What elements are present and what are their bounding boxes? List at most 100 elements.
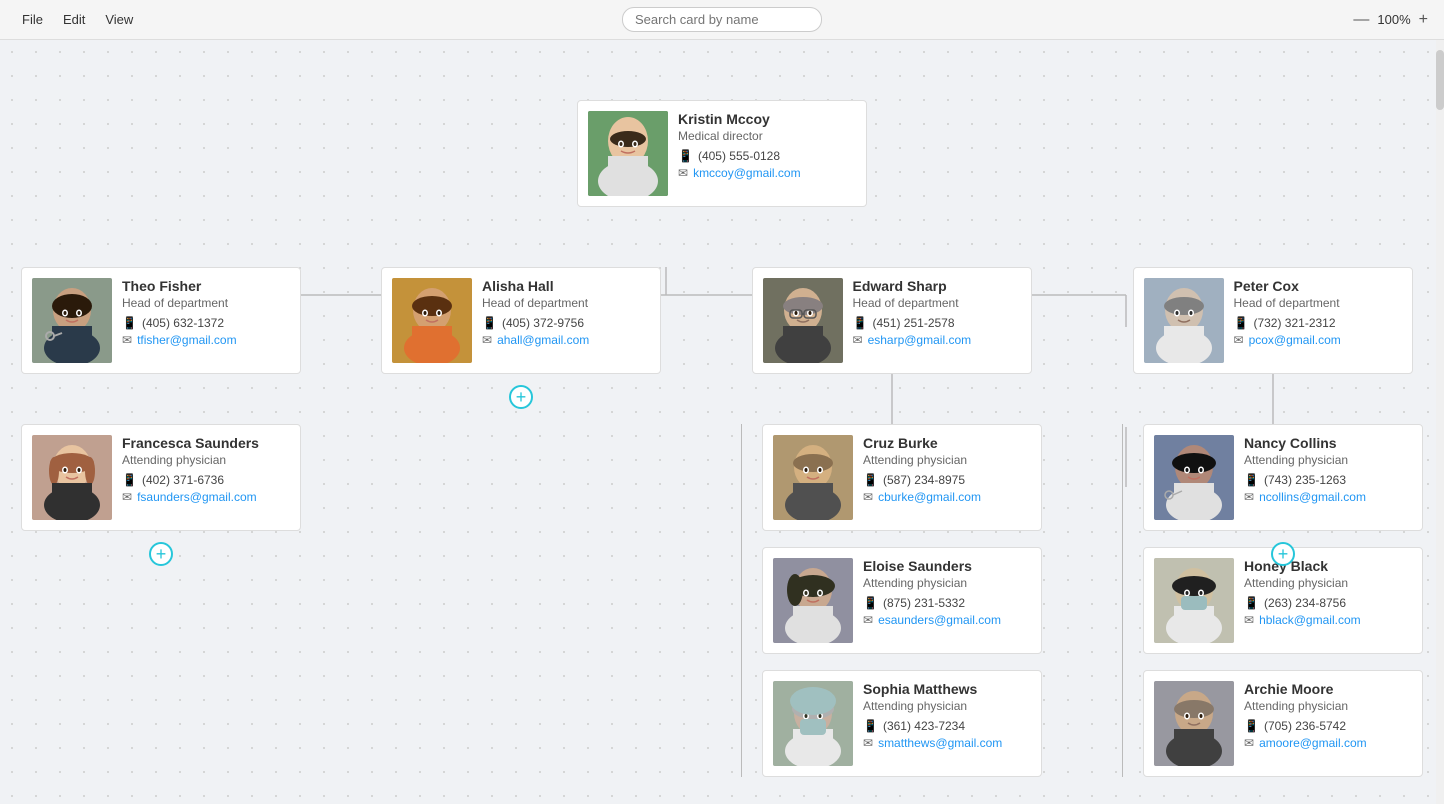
card-edward[interactable]: Edward Sharp Head of department 📱 (451) … [752,267,1032,374]
card-name-nancy: Nancy Collins [1244,435,1412,451]
card-name-cruz: Cruz Burke [863,435,1031,451]
card-nancy[interactable]: Nancy Collins Attending physician 📱 (743… [1143,424,1423,531]
email-icon-sophia: ✉ [863,736,873,750]
card-role-alisha: Head of department [482,296,650,310]
card-alisha[interactable]: Alisha Hall Head of department 📱 (405) 3… [381,267,661,374]
phone-icon-archie: 📱 [1244,719,1259,733]
scrollbar-thumb[interactable] [1436,50,1444,110]
phone-icon-alisha: 📱 [482,316,497,330]
card-info-peter: Peter Cox Head of department 📱 (732) 321… [1234,278,1402,350]
card-name-archie: Archie Moore [1244,681,1412,697]
email-link-archie[interactable]: amoore@gmail.com [1259,736,1367,750]
card-theo[interactable]: Theo Fisher Head of department 📱 (405) 6… [21,267,301,374]
phone-icon-sophia: 📱 [863,719,878,733]
phone-icon-eloise: 📱 [863,596,878,610]
card-name-theo: Theo Fisher [122,278,290,294]
email-link-cruz[interactable]: cburke@gmail.com [878,490,981,504]
card-phone-francesca: 📱 (402) 371-6736 [122,473,290,487]
card-phone-theo: 📱 (405) 632-1372 [122,316,290,330]
card-phone-nancy: 📱 (743) 235-1263 [1244,473,1412,487]
card-role-francesca: Attending physician [122,453,290,467]
email-link-edward[interactable]: esharp@gmail.com [868,333,972,347]
email-icon-nancy: ✉ [1244,490,1254,504]
email-icon-honey: ✉ [1244,613,1254,627]
email-link-theo[interactable]: tfisher@gmail.com [137,333,237,347]
card-email-francesca: ✉ fsaunders@gmail.com [122,490,290,504]
card-phone-alisha: 📱 (405) 372-9756 [482,316,650,330]
card-email-peter: ✉ pcox@gmail.com [1234,333,1402,347]
add-child-alisha-button[interactable]: + [509,385,533,409]
email-link-eloise[interactable]: esaunders@gmail.com [878,613,1001,627]
phone-icon-kristin: 📱 [678,149,693,163]
card-peter[interactable]: Peter Cox Head of department 📱 (732) 321… [1133,267,1413,374]
card-email-eloise: ✉ esaunders@gmail.com [863,613,1031,627]
branch-theo: Theo Fisher Head of department 📱 (405) 6… [21,267,301,777]
phone-icon-theo: 📱 [122,316,137,330]
card-email-kristin: ✉ kmccoy@gmail.com [678,166,856,180]
scrollbar-right[interactable] [1436,40,1444,804]
add-child-francesca-button[interactable]: + [149,542,173,566]
card-phone-peter: 📱 (732) 321-2312 [1234,316,1402,330]
card-role-theo: Head of department [122,296,290,310]
email-link-alisha[interactable]: ahall@gmail.com [497,333,589,347]
card-role-peter: Head of department [1234,296,1402,310]
card-email-edward: ✉ esharp@gmail.com [853,333,1021,347]
card-cruz[interactable]: Cruz Burke Attending physician 📱 (587) 2… [762,424,1042,531]
card-phone-kristin: 📱 (405) 555-0128 [678,149,856,163]
email-icon-peter: ✉ [1234,333,1244,347]
zoom-in-button[interactable]: + [1415,9,1432,31]
phone-icon-edward: 📱 [853,316,868,330]
avatar-eloise [773,558,853,643]
add-child-nancy-button[interactable]: + [1271,542,1295,566]
avatar-archie [1154,681,1234,766]
peter-children: Nancy Collins Attending physician 📱 (743… [1122,424,1423,777]
avatar-kristin [588,111,668,196]
card-role-eloise: Attending physician [863,576,1031,590]
menu-file[interactable]: File [12,8,53,31]
card-archie[interactable]: Archie Moore Attending physician 📱 (705)… [1143,670,1423,777]
phone-icon-francesca: 📱 [122,473,137,487]
card-root[interactable]: Kristin Mccoy Medical director 📱 (405) 5… [577,100,867,207]
theo-children: Francesca Saunders Attending physician 📱… [21,424,301,531]
card-phone-sophia: 📱 (361) 423-7234 [863,719,1031,733]
edward-children: Cruz Burke Attending physician 📱 (587) 2… [741,424,1042,777]
card-info-cruz: Cruz Burke Attending physician 📱 (587) 2… [863,435,1031,507]
menu-view[interactable]: View [95,8,143,31]
card-email-alisha: ✉ ahall@gmail.com [482,333,650,347]
peter-connectors [1272,374,1274,424]
email-link-sophia[interactable]: smatthews@gmail.com [878,736,1002,750]
zoom-level: 100% [1377,12,1410,27]
menubar: File Edit View — 100% + [0,0,1444,40]
branch-peter: Peter Cox Head of department 📱 (732) 321… [1122,267,1423,777]
search-input[interactable] [622,7,822,32]
card-email-archie: ✉ amoore@gmail.com [1244,736,1412,750]
card-info-honey: Honey Black Attending physician 📱 (263) … [1244,558,1412,630]
card-francesca[interactable]: Francesca Saunders Attending physician 📱… [21,424,301,531]
card-info-archie: Archie Moore Attending physician 📱 (705)… [1244,681,1412,753]
card-sophia[interactable]: Sophia Matthews Attending physician 📱 (3… [762,670,1042,777]
email-link-nancy[interactable]: ncollins@gmail.com [1259,490,1366,504]
zoom-out-button[interactable]: — [1349,9,1373,31]
phone-icon-peter: 📱 [1234,316,1249,330]
branch-edward: Edward Sharp Head of department 📱 (451) … [741,267,1042,777]
card-email-honey: ✉ hblack@gmail.com [1244,613,1412,627]
card-name-eloise: Eloise Saunders [863,558,1031,574]
card-phone-archie: 📱 (705) 236-5742 [1244,719,1412,733]
card-eloise[interactable]: Eloise Saunders Attending physician 📱 (8… [762,547,1042,654]
email-link-francesca[interactable]: fsaunders@gmail.com [137,490,257,504]
card-role-nancy: Attending physician [1244,453,1412,467]
canvas[interactable]: Kristin Mccoy Medical director 📱 (405) 5… [0,40,1444,804]
card-role-sophia: Attending physician [863,699,1031,713]
email-icon-edward: ✉ [853,333,863,347]
email-icon-francesca: ✉ [122,490,132,504]
email-link-kristin[interactable]: kmccoy@gmail.com [693,166,801,180]
card-info-francesca: Francesca Saunders Attending physician 📱… [122,435,290,507]
card-role-cruz: Attending physician [863,453,1031,467]
email-link-honey[interactable]: hblack@gmail.com [1259,613,1361,627]
menu-edit[interactable]: Edit [53,8,95,31]
card-email-nancy: ✉ ncollins@gmail.com [1244,490,1412,504]
email-link-peter[interactable]: pcox@gmail.com [1249,333,1341,347]
card-name-sophia: Sophia Matthews [863,681,1031,697]
email-icon-cruz: ✉ [863,490,873,504]
card-phone-edward: 📱 (451) 251-2578 [853,316,1021,330]
